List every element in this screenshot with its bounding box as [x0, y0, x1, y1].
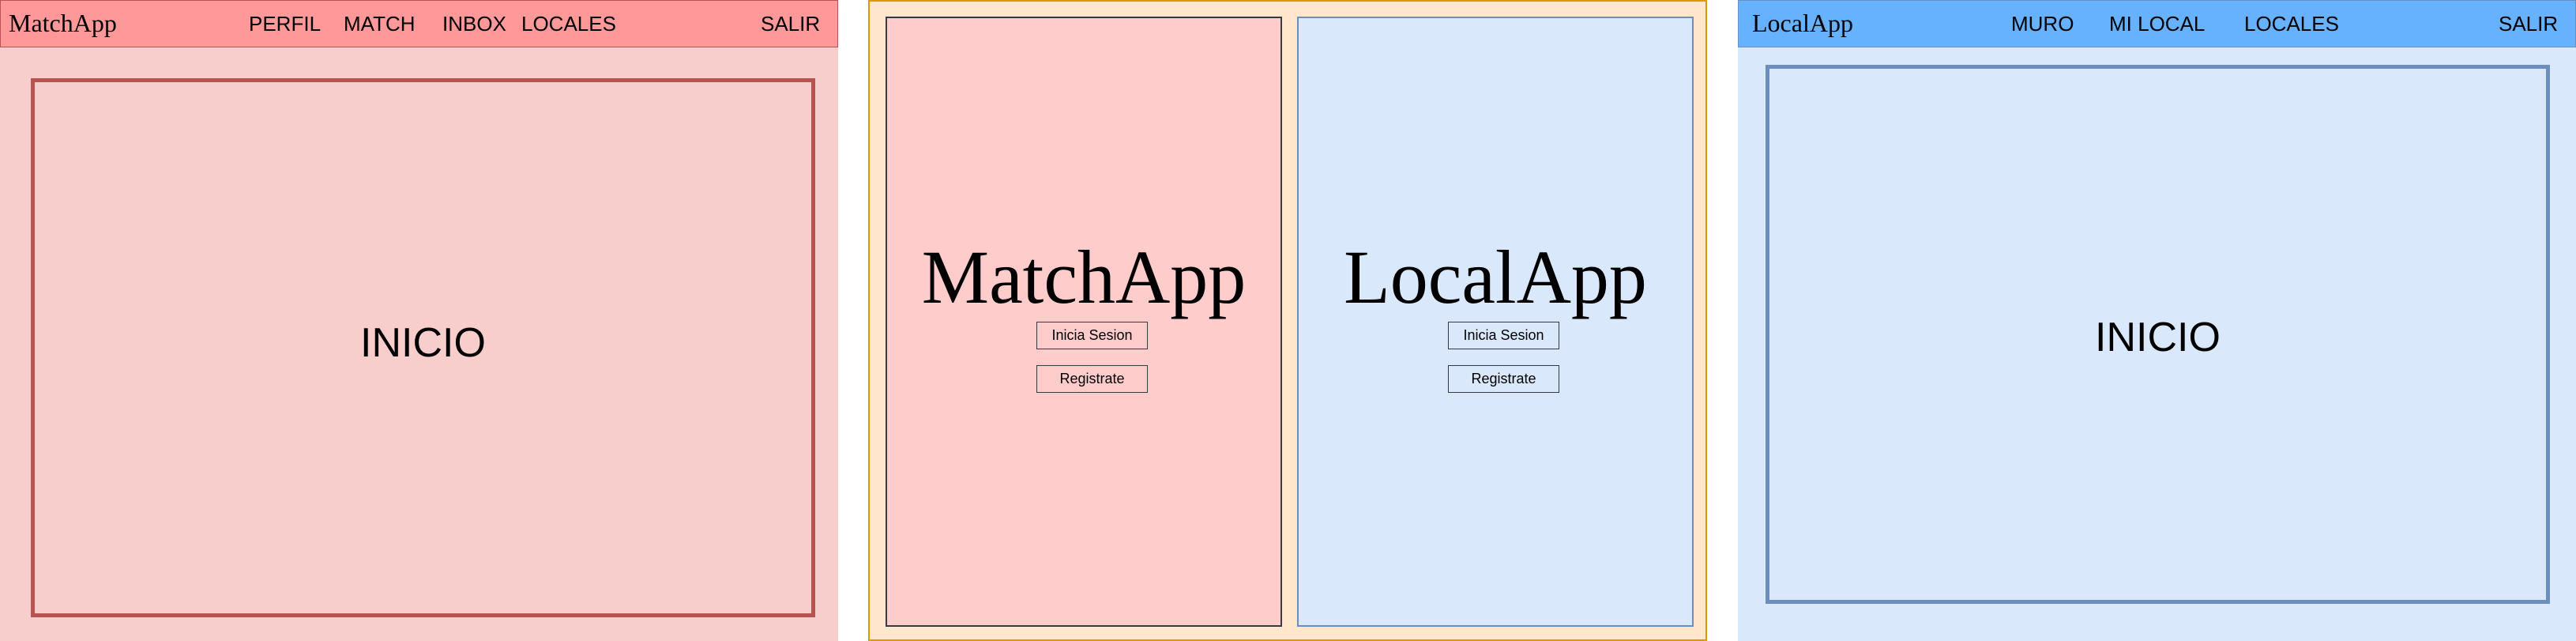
localapp-home-panel: LocalApp MURO MI LOCAL LOCALES SALIR INI…: [1738, 0, 2576, 641]
matchapp-login-card: MatchApp Inicia Sesion Registrate: [886, 17, 1282, 627]
matchapp-brand[interactable]: MatchApp: [9, 9, 117, 38]
nav-match[interactable]: MATCH: [344, 12, 416, 36]
localapp-content-frame: INICIO: [1766, 65, 2550, 604]
matchapp-content-frame: INICIO: [31, 78, 815, 617]
nav-mi-local[interactable]: MI LOCAL: [2109, 12, 2205, 36]
nav-perfil[interactable]: PERFIL: [249, 12, 321, 36]
matchapp-register-button[interactable]: Registrate: [1036, 365, 1148, 393]
localapp-brand[interactable]: LocalApp: [1752, 9, 1853, 38]
nav-muro[interactable]: MURO: [2011, 12, 2074, 36]
nav-locales[interactable]: LOCALES: [2244, 12, 2339, 36]
localapp-content-title: INICIO: [2095, 315, 2221, 360]
localapp-navbar: LocalApp MURO MI LOCAL LOCALES SALIR: [1738, 0, 2576, 47]
localapp-login-title: LocalApp: [1344, 235, 1647, 319]
localapp-register-button[interactable]: Registrate: [1448, 365, 1559, 393]
matchapp-login-title: MatchApp: [921, 235, 1247, 319]
nav-inbox[interactable]: INBOX: [442, 12, 506, 36]
matchapp-login-button[interactable]: Inicia Sesion: [1036, 322, 1148, 349]
nav-salir[interactable]: SALIR: [761, 12, 820, 36]
localapp-login-button[interactable]: Inicia Sesion: [1448, 322, 1559, 349]
nav-locales[interactable]: LOCALES: [521, 12, 616, 36]
matchapp-home-panel: MatchApp PERFIL MATCH INBOX LOCALES SALI…: [0, 0, 838, 641]
localapp-login-card: LocalApp Inicia Sesion Registrate: [1297, 17, 1694, 627]
nav-salir[interactable]: SALIR: [2499, 12, 2558, 36]
login-panel: MatchApp Inicia Sesion Registrate LocalA…: [868, 0, 1707, 641]
matchapp-content-title: INICIO: [360, 320, 486, 366]
matchapp-navbar: MatchApp PERFIL MATCH INBOX LOCALES SALI…: [0, 0, 838, 47]
